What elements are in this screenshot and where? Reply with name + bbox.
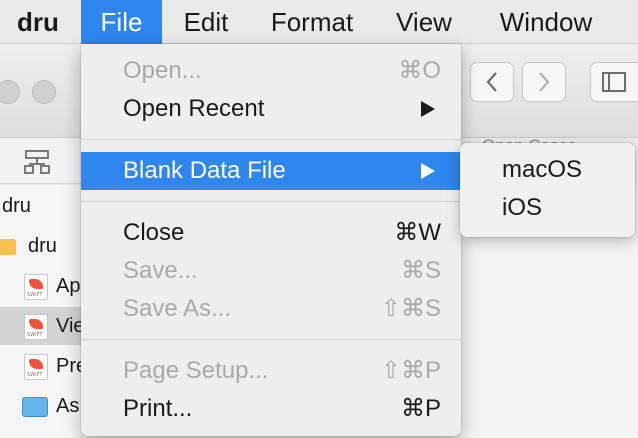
shortcut-label: ⌘S	[400, 257, 441, 284]
shortcut-label: ⇧⌘P	[380, 357, 441, 384]
menu-edit[interactable]: Edit	[176, 0, 236, 44]
navigator-selector-bar	[0, 138, 82, 184]
minimize-window-button[interactable]	[32, 80, 56, 104]
menu-item-open[interactable]: Open... ⌘O	[81, 52, 461, 90]
file-label: Ap	[56, 275, 81, 297]
submenu-arrow-icon	[421, 101, 435, 117]
asset-catalog-icon	[22, 397, 48, 417]
menu-item-page-setup[interactable]: Page Setup... ⇧⌘P	[81, 352, 461, 390]
menu-bar: dru File Edit Format View Window	[0, 0, 638, 44]
menu-item-save[interactable]: Save... ⌘S	[81, 252, 461, 290]
menu-format[interactable]: Format	[262, 0, 362, 44]
folder-label: dru	[28, 235, 57, 257]
menu-item-blank-data-file[interactable]: Blank Data File	[81, 152, 461, 190]
folder-row[interactable]: dru	[0, 227, 82, 265]
submenu-item-label: iOS	[502, 194, 543, 221]
menu-item-label: Page Setup...	[123, 357, 269, 384]
chevron-right-icon	[539, 72, 550, 92]
file-label: As	[56, 395, 80, 417]
file-label: Vie	[56, 315, 82, 337]
menu-item-label: Print...	[123, 395, 193, 422]
close-window-button[interactable]	[0, 80, 20, 104]
project-navigator: dru dru SWIFT Ap SWIFT Vie SWIFT Pre As	[0, 185, 82, 438]
swift-file-icon: SWIFT	[24, 314, 48, 340]
menu-file[interactable]: File	[81, 0, 162, 44]
menu-separator	[81, 201, 461, 202]
menu-item-label: Open...	[123, 57, 202, 84]
menu-item-label: Open Recent	[123, 95, 265, 122]
submenu-item-label: macOS	[502, 156, 583, 183]
menu-window[interactable]: Window	[492, 0, 600, 44]
menu-separator	[81, 139, 461, 140]
chevron-left-icon	[486, 72, 497, 92]
panel-icon	[602, 72, 626, 92]
menu-item-label: Save As...	[123, 295, 232, 322]
blank-data-file-submenu: macOS iOS	[460, 143, 635, 237]
menu-item-label: Save...	[123, 257, 198, 284]
project-root-row[interactable]: dru	[0, 187, 82, 225]
submenu-item-ios[interactable]: iOS	[460, 189, 635, 227]
submenu-arrow-icon	[421, 163, 435, 179]
shortcut-label: ⌘W	[394, 219, 441, 246]
project-root-label: dru	[2, 195, 31, 217]
menu-item-save-as[interactable]: Save As... ⇧⌘S	[81, 290, 461, 328]
menu-item-label: Close	[123, 219, 185, 246]
forward-button[interactable]	[522, 62, 566, 102]
back-button[interactable]	[470, 62, 514, 102]
menu-item-close[interactable]: Close ⌘W	[81, 214, 461, 252]
hierarchy-icon[interactable]	[23, 148, 51, 176]
menu-view[interactable]: View	[392, 0, 456, 44]
menu-separator	[81, 339, 461, 340]
file-menu: Open... ⌘O Open Recent Blank Data File C…	[81, 44, 461, 436]
toggle-panel-button[interactable]	[590, 62, 638, 102]
menu-item-open-recent[interactable]: Open Recent	[81, 90, 461, 128]
shortcut-label: ⇧⌘S	[380, 295, 441, 322]
submenu-item-macos[interactable]: macOS	[460, 151, 635, 189]
menu-item-label: Blank Data File	[123, 157, 286, 184]
swift-file-icon: SWIFT	[24, 274, 48, 300]
shortcut-label: ⌘O	[398, 57, 441, 84]
file-label: Pre	[56, 355, 82, 377]
file-row[interactable]: SWIFT Ap	[0, 267, 82, 305]
folder-icon	[0, 239, 16, 255]
file-row[interactable]: As	[0, 387, 82, 425]
swift-file-icon: SWIFT	[24, 354, 48, 380]
menu-app[interactable]: dru	[12, 0, 64, 44]
menu-item-print[interactable]: Print... ⌘P	[81, 390, 461, 428]
file-row-selected[interactable]: SWIFT Vie	[0, 307, 82, 345]
file-row[interactable]: SWIFT Pre	[0, 347, 82, 385]
shortcut-label: ⌘P	[400, 395, 441, 422]
